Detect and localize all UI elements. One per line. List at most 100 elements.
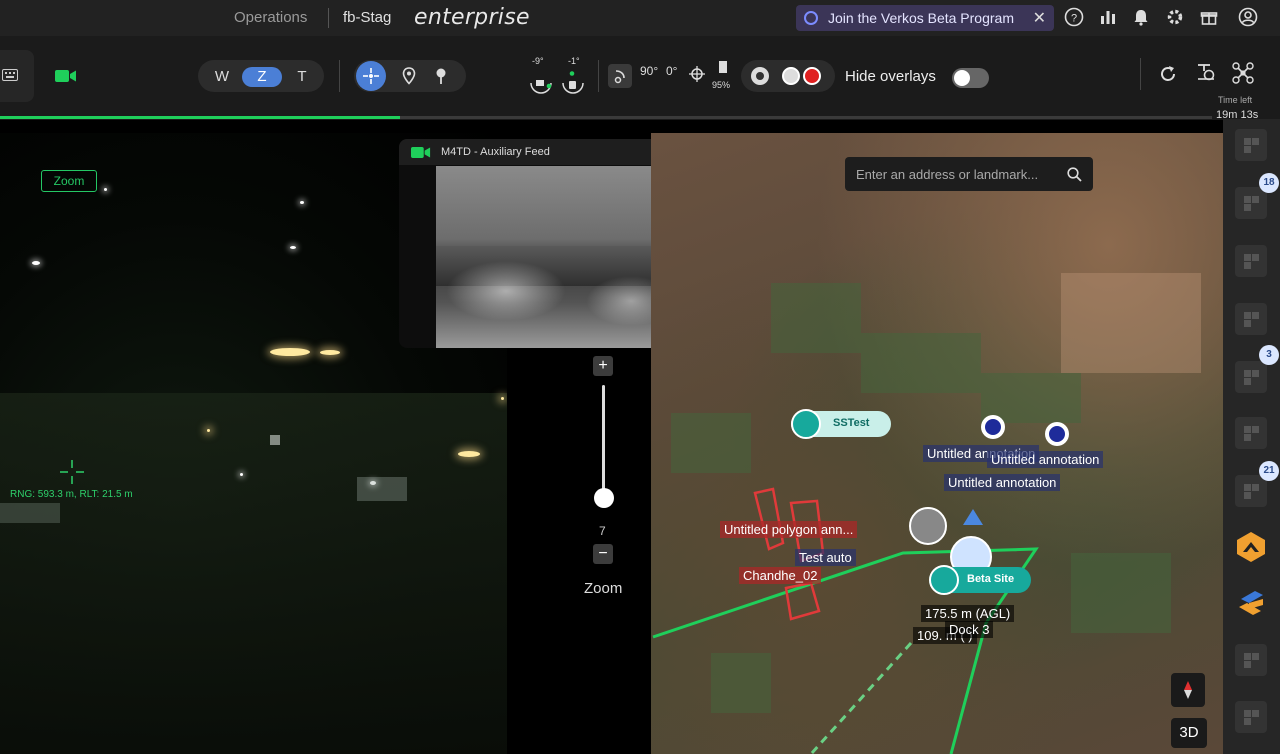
grid-icon-cell	[1244, 370, 1251, 377]
location-pin-icon[interactable]	[402, 67, 416, 85]
city-light	[207, 429, 210, 432]
photo-capture-button[interactable]	[751, 67, 769, 85]
aux-feed-image	[436, 166, 680, 348]
user-avatar-icon[interactable]	[1237, 6, 1259, 28]
sidebar-widget-2[interactable]	[1235, 187, 1267, 219]
mode-wide[interactable]: W	[202, 67, 242, 87]
city-light	[300, 201, 304, 204]
location-pin-icon	[929, 565, 959, 595]
orange-app-icon[interactable]	[1235, 531, 1267, 563]
sidebar-widget-5[interactable]	[1235, 361, 1267, 393]
annotation-label[interactable]: Untitled annotation	[944, 474, 1061, 491]
keyboard-icon	[2, 69, 18, 81]
grid-icon-cell	[1244, 146, 1251, 153]
operations-nav-link[interactable]: Operations	[234, 9, 307, 26]
video-camera-icon	[411, 147, 431, 158]
bell-icon[interactable]	[1130, 6, 1152, 28]
dock-label[interactable]: Dock 3	[945, 621, 994, 638]
time-left-label: Time left	[1218, 95, 1253, 105]
record-video-button[interactable]	[803, 67, 821, 85]
organization-name[interactable]: fb-Stag	[343, 9, 391, 26]
zoom-slider-track[interactable]	[602, 385, 605, 497]
gimbal-90-button[interactable]: 90°	[640, 64, 658, 78]
mode-zoom[interactable]: Z	[242, 67, 282, 87]
gimbal-0-button[interactable]: 0°	[666, 64, 677, 78]
keyboard-button[interactable]	[0, 50, 34, 102]
gear-icon[interactable]	[1164, 6, 1186, 28]
sidebar-widget-3[interactable]	[1235, 245, 1267, 277]
top-header: Operations fb-Stag enterprise Join the V…	[0, 0, 1280, 36]
gift-icon[interactable]	[1198, 6, 1220, 28]
grid-icon-cell	[1244, 320, 1251, 327]
grid-icon-cell	[1252, 370, 1259, 377]
grid-icon-cell	[1244, 661, 1251, 668]
grid-icon-cell	[1252, 426, 1259, 433]
zoom-slider-handle[interactable]	[594, 488, 614, 508]
hide-overlays-toggle[interactable]	[952, 68, 989, 88]
beta-program-banner[interactable]: Join the Verkos Beta Program ✕	[796, 5, 1054, 31]
zoom-in-button[interactable]: +	[593, 356, 613, 376]
brand-logo: enterprise	[414, 5, 530, 30]
3d-view-button[interactable]: 3D	[1171, 718, 1207, 748]
sidebar-widget-7[interactable]	[1235, 475, 1267, 507]
center-gimbal-icon[interactable]	[689, 66, 705, 82]
grid-icon-cell	[1244, 196, 1251, 203]
grid-icon-cell	[1244, 718, 1251, 725]
beta-logo-icon	[804, 11, 818, 25]
sidebar-widget-9[interactable]	[1235, 701, 1267, 733]
sidebar-widget-6[interactable]	[1235, 417, 1267, 449]
gimbal-reset-button[interactable]	[608, 64, 632, 88]
sidebar-widget-4[interactable]	[1235, 303, 1267, 335]
agl-readout: 175.5 m (AGL)	[921, 605, 1015, 622]
white-record-button[interactable]	[782, 67, 800, 85]
sidebar-widget-8[interactable]	[1235, 644, 1267, 676]
map-search-box[interactable]: Enter an address or landmark...	[845, 157, 1093, 191]
polygon-annotation[interactable]	[753, 487, 785, 551]
building	[270, 435, 280, 445]
search-icon[interactable]	[1067, 167, 1082, 182]
map-search-input[interactable]: Enter an address or landmark...	[856, 167, 1038, 182]
marker-pin-icon[interactable]	[434, 67, 448, 85]
annotation-label[interactable]: Test auto	[795, 549, 856, 566]
zoom-value: 7	[599, 524, 606, 538]
satellite-map[interactable]: Enter an address or landmark... SSTest U…	[651, 133, 1223, 754]
annotation-label[interactable]: Untitled annotation	[987, 451, 1104, 468]
crosshair-icon	[363, 68, 379, 84]
polygon-annotation-label[interactable]: Chandhe_02	[739, 567, 822, 584]
close-icon[interactable]: ✕	[1033, 8, 1046, 28]
crosshair-button[interactable]	[356, 61, 386, 91]
beta-site-marker[interactable]: Beta Site	[929, 565, 1031, 595]
drone-icon[interactable]	[1232, 62, 1254, 84]
zoom-out-button[interactable]: −	[593, 544, 613, 564]
return-to-home-icon[interactable]	[1196, 62, 1216, 82]
refresh-icon[interactable]	[1159, 65, 1177, 83]
beta-banner-text[interactable]: Join the Verkos Beta Program	[828, 10, 1014, 26]
zoom-indicator: Zoom	[41, 170, 97, 192]
grid-icon-cell	[1252, 138, 1259, 145]
sync-app-icon[interactable]	[1235, 587, 1267, 619]
gimbal-roll-icon	[562, 71, 584, 94]
mode-thermal[interactable]: T	[282, 67, 322, 87]
toolbar-divider	[598, 60, 599, 92]
target-mode-selector	[354, 60, 466, 92]
analytics-icon[interactable]	[1097, 6, 1119, 28]
dock-icon[interactable]	[909, 507, 947, 545]
sstest-site-marker[interactable]: SSTest	[791, 409, 891, 439]
city-light	[240, 473, 243, 476]
help-icon[interactable]: ?	[1063, 6, 1085, 28]
sidebar-widget-1[interactable]	[1235, 129, 1267, 161]
svg-text:?: ?	[1071, 13, 1077, 25]
map-overlays	[652, 415, 1069, 754]
drone-heading-icon	[963, 509, 983, 525]
city-light	[320, 350, 340, 355]
grid-icon-cell	[1244, 434, 1251, 441]
battery-readout: 95%	[712, 80, 731, 90]
video-camera-icon[interactable]	[55, 69, 77, 88]
building	[357, 477, 407, 501]
city-light	[104, 188, 107, 191]
terrain-shadow	[0, 393, 507, 754]
grid-icon-cell	[1252, 312, 1259, 319]
compass-button[interactable]	[1171, 673, 1205, 707]
polygon-annotation[interactable]	[784, 581, 821, 621]
polygon-annotation-label[interactable]: Untitled polygon ann...	[720, 521, 858, 538]
